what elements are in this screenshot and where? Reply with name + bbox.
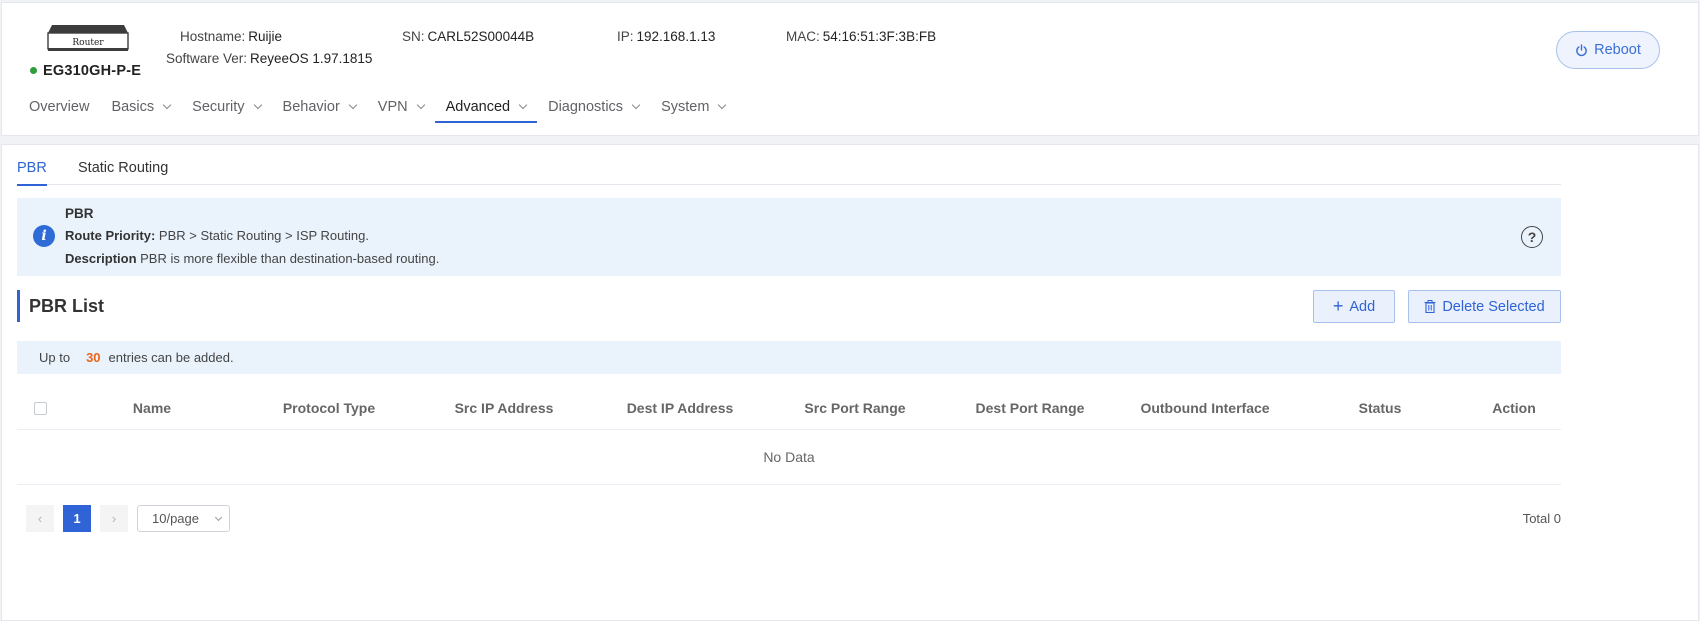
nav-basics[interactable]: Basics [100,93,181,133]
entry-limit-count: 30 [86,350,101,365]
column-header: Outbound Interface [1140,400,1270,416]
main-nav: Overview Basics Security Behavior VPN Ad… [18,93,736,133]
column-header: Src Port Range [804,400,906,416]
hostname-field: Hostname: Ruijie [180,29,283,44]
add-label: Add [1349,298,1376,315]
ip-value: 192.168.1.13 [636,29,716,44]
device-header: Router EG310GH-P-E Hostname: Ruijie Softw… [1,2,1699,136]
plus-icon: + [1332,295,1344,316]
chevron-down-icon [253,100,262,110]
pagination: ‹ 1 › 10/page Total 0 [17,505,1561,533]
nav-vpn[interactable]: VPN [367,93,435,133]
chevron-down-icon [631,100,641,110]
route-tabs: PBR Static Routing [17,160,1561,186]
mac-field: MAC: 54:16:51:3F:3B:FB [786,29,937,44]
delete-selected-label: Delete Selected [1442,298,1545,315]
next-page-button[interactable]: › [100,505,128,532]
column-header: Dest Port Range [975,400,1085,416]
help-icon[interactable]: ? [1521,226,1543,248]
total-count: Total 0 [1522,511,1561,526]
info-notice: i PBR Route Priority: PBR > Static Routi… [17,198,1561,276]
nav-security[interactable]: Security [181,93,271,133]
chevron-down-icon [162,100,172,110]
select-all-checkbox[interactable] [34,402,47,415]
router-image-label: Router [72,38,104,48]
column-header: Dest IP Address [626,400,734,416]
empty-state: No Data [17,430,1561,485]
entry-limit-notice: Up to 30 entries can be added. [17,341,1561,374]
pbr-table: Name Protocol Type Src IP Address Dest I… [17,387,1561,485]
chevron-down-icon [518,100,528,110]
nav-behavior[interactable]: Behavior [272,93,367,133]
pbr-page: PBR Static Routing i PBR Route Priority:… [1,144,1699,621]
chevron-down-icon [348,100,358,110]
mac-value: 54:16:51:3F:3B:FB [822,29,937,44]
table-header: Name Protocol Type Src IP Address Dest I… [17,387,1561,430]
page-size-select[interactable]: 10/page [137,505,230,532]
ip-field: IP: 192.168.1.13 [617,29,716,44]
add-button[interactable]: + Add [1313,290,1395,323]
description-text: Description PBR is more flexible than de… [65,251,440,266]
sn-field: SN: CARL52S00044B [402,29,535,44]
tab-pbr[interactable]: PBR [17,160,47,186]
chevron-down-icon [214,513,223,522]
chevron-down-icon [718,100,727,110]
software-version-value: ReyeeOS 1.97.1815 [250,51,373,66]
chevron-down-icon [416,100,425,110]
router-icon: Router [46,23,130,53]
nav-advanced[interactable]: Advanced [434,93,538,133]
tab-static-routing[interactable]: Static Routing [78,160,168,185]
device-model: EG310GH-P-E [30,63,141,79]
column-header: Status [1358,400,1402,416]
notice-title: PBR [65,206,94,221]
nav-overview[interactable]: Overview [18,93,100,133]
column-header: Name [132,400,172,416]
section-accent-bar [17,290,20,322]
trash-icon [1424,300,1436,313]
route-priority-text: Route Priority: PBR > Static Routing > I… [65,228,369,243]
page-1-button[interactable]: 1 [63,505,91,532]
reboot-label: Reboot [1594,42,1641,58]
nav-system[interactable]: System [650,93,736,133]
online-status-dot [30,66,37,74]
section-title: PBR List [29,296,105,316]
column-header: Protocol Type [282,400,376,416]
page-size-value: 10/page [152,511,199,526]
delete-selected-button[interactable]: Delete Selected [1408,290,1561,323]
power-icon [1576,43,1587,56]
sn-value: CARL52S00044B [427,29,535,44]
column-header: Src IP Address [454,400,554,416]
reboot-button[interactable]: Reboot [1556,31,1660,69]
nav-diagnostics[interactable]: Diagnostics [537,93,650,133]
prev-page-button[interactable]: ‹ [26,505,54,532]
hostname-value: Ruijie [248,29,283,44]
software-version-field: Software Ver: ReyeeOS 1.97.1815 [166,51,373,66]
pbr-list-header: PBR List + Add Delete Selected [17,290,1561,324]
column-header: Action [1492,400,1536,416]
info-icon: i [33,225,55,247]
